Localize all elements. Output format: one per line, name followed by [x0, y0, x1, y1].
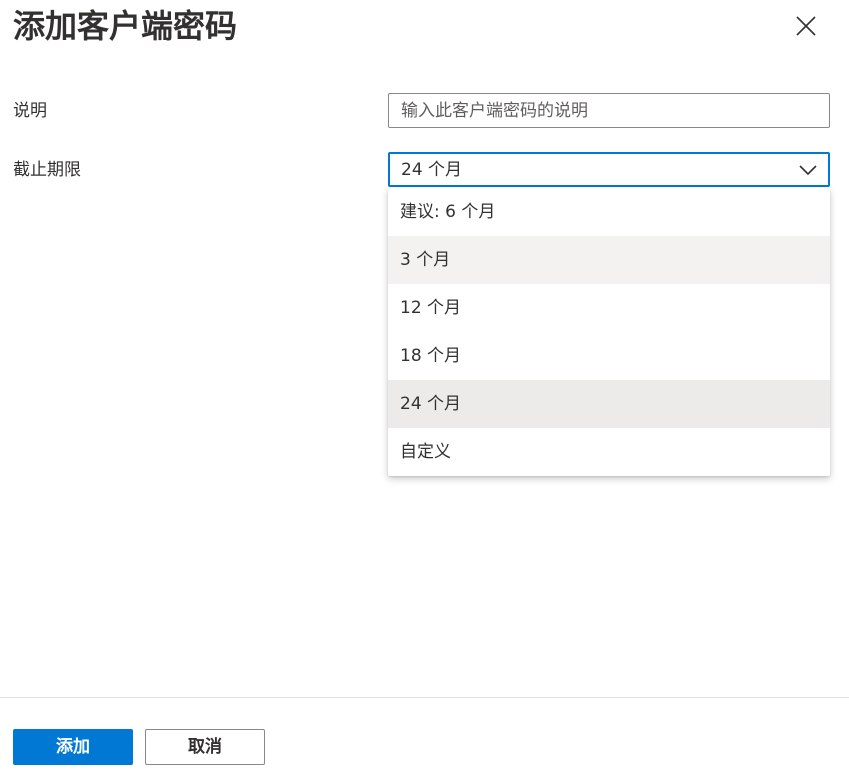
- expires-option-3-months[interactable]: 3 个月: [388, 236, 830, 284]
- expires-option-12-months[interactable]: 12 个月: [388, 284, 830, 332]
- description-input[interactable]: [388, 93, 830, 128]
- expires-option-24-months[interactable]: 24 个月: [388, 380, 830, 428]
- cancel-button[interactable]: 取消: [145, 729, 265, 765]
- expires-label: 截止期限: [13, 160, 81, 180]
- expires-option-custom[interactable]: 自定义: [388, 428, 830, 476]
- expires-select[interactable]: 24 个月: [388, 152, 830, 187]
- expires-selected-value: 24 个月: [401, 160, 463, 180]
- chevron-down-icon: [798, 161, 818, 179]
- footer-divider: [0, 697, 849, 698]
- close-button[interactable]: [790, 10, 822, 42]
- add-button[interactable]: 添加: [13, 729, 133, 765]
- add-client-secret-panel: 添加客户端密码 说明 截止期限 24 个月 建议: 6 个月 3 个月 12 个…: [0, 0, 849, 777]
- panel-title: 添加客户端密码: [13, 7, 238, 45]
- expires-option-recommended-6-months[interactable]: 建议: 6 个月: [388, 188, 830, 236]
- expires-option-18-months[interactable]: 18 个月: [388, 332, 830, 380]
- close-icon: [790, 10, 822, 42]
- description-label: 说明: [13, 101, 47, 121]
- expires-dropdown-list: 建议: 6 个月 3 个月 12 个月 18 个月 24 个月 自定义: [388, 188, 830, 476]
